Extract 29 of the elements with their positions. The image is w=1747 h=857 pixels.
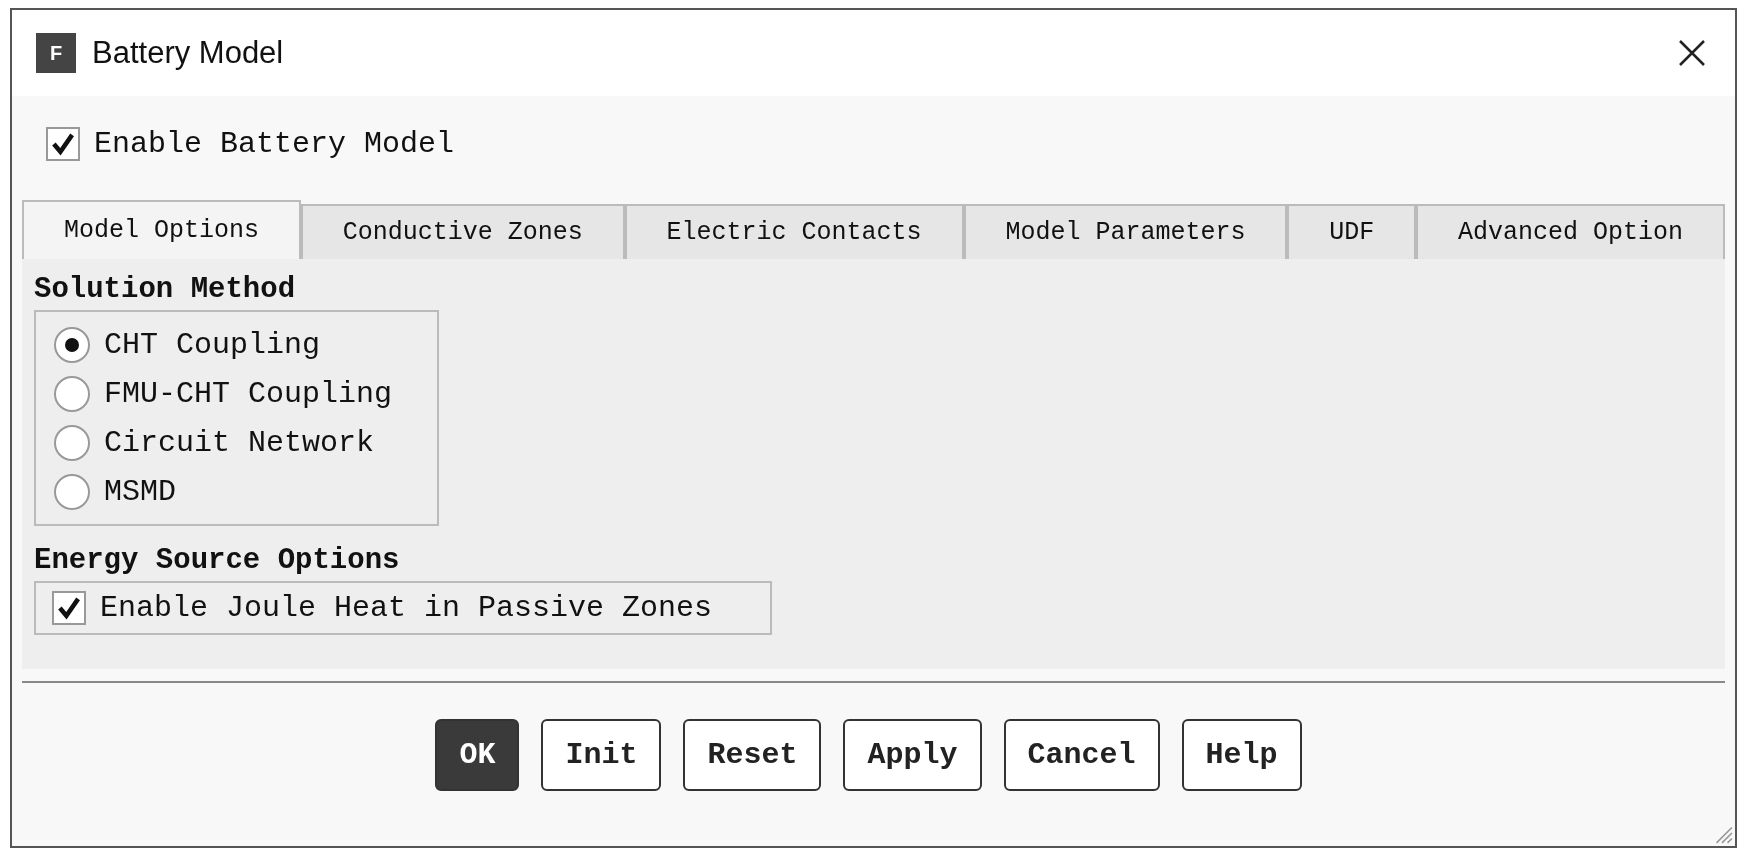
tab[interactable]: Conductive Zones (300, 204, 625, 259)
app-logo-icon: F (36, 33, 76, 73)
tab[interactable]: Model Parameters (963, 204, 1288, 259)
radio-button[interactable] (54, 326, 90, 363)
radio-button[interactable] (54, 473, 90, 510)
close-icon[interactable] (1677, 38, 1707, 68)
group-heading: Solution Method (34, 273, 297, 306)
dialog-button[interactable]: Reset (683, 719, 822, 791)
checkbox-label: Enable Battery Model (94, 127, 455, 161)
radio-label: FMU-CHT Coupling (104, 376, 393, 411)
radio-label: CHT Coupling (104, 327, 321, 362)
checkbox[interactable] (52, 591, 86, 625)
dialog-button[interactable]: Apply (843, 719, 982, 791)
dialog-button[interactable]: Help (1181, 719, 1302, 791)
tab[interactable]: Advanced Option (1416, 204, 1726, 259)
tab[interactable]: UDF (1287, 204, 1417, 259)
dialog-button[interactable]: OK (435, 719, 520, 791)
tab[interactable]: Electric Contacts (624, 204, 964, 259)
group-heading: Energy Source Options (34, 544, 401, 577)
radio-label: MSMD (104, 474, 176, 509)
checkbox[interactable] (46, 127, 80, 161)
dialog-button[interactable]: Cancel (1003, 719, 1160, 791)
checkbox-label: Enable Joule Heat in Passive Zones (100, 591, 713, 625)
radio-button[interactable] (54, 424, 90, 461)
radio-label: Circuit Network (104, 425, 375, 460)
tab[interactable]: Model Options (22, 200, 301, 259)
radio-button[interactable] (54, 375, 90, 412)
window-title: Battery Model (92, 35, 285, 71)
dialog-button[interactable]: Init (541, 719, 662, 791)
